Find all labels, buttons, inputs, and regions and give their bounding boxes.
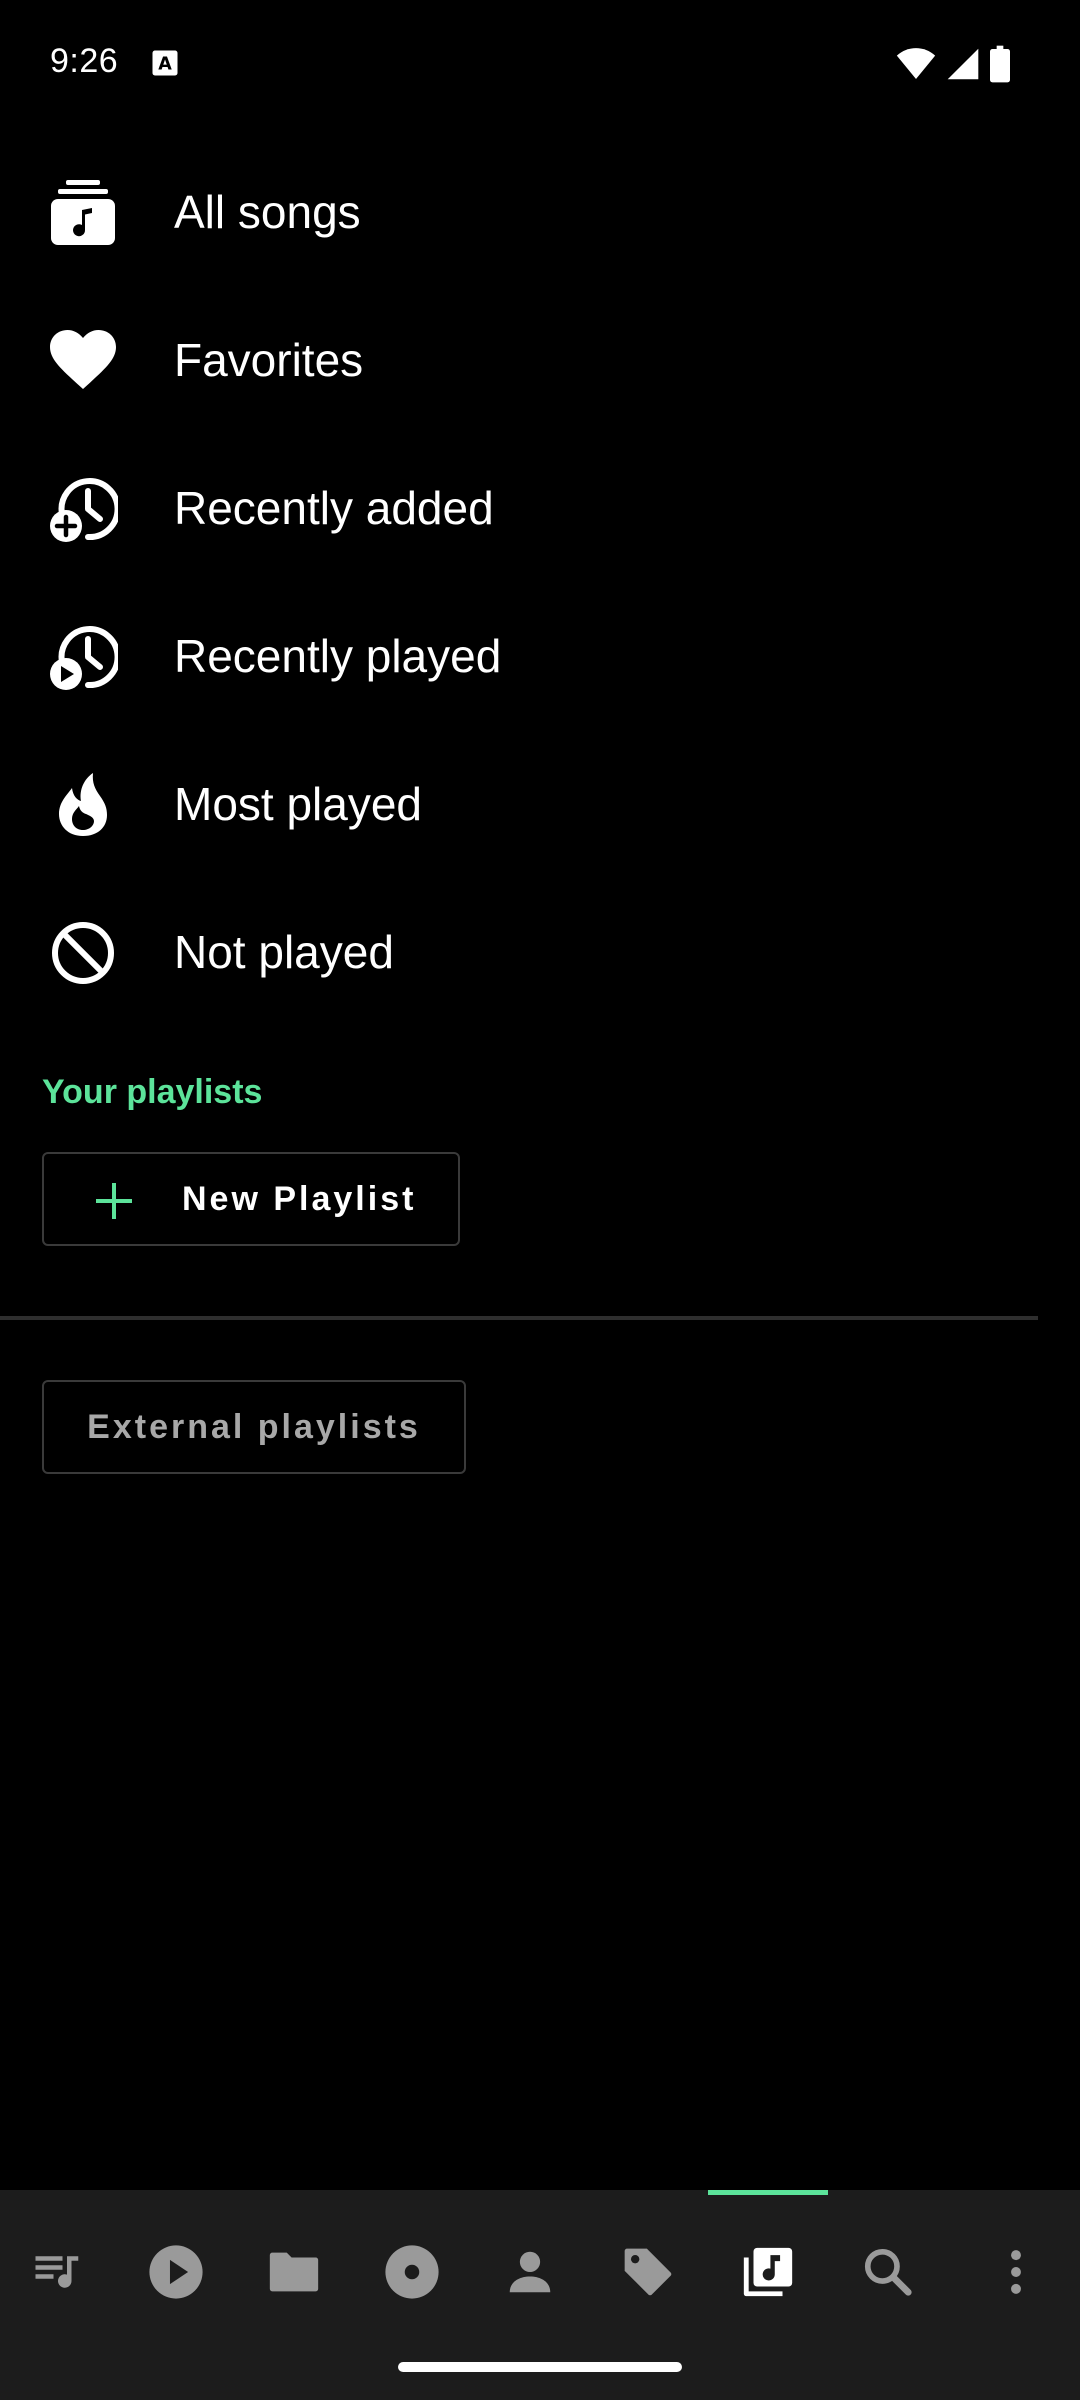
menu-item-label: Not played [174, 926, 394, 978]
home-indicator[interactable] [398, 2362, 682, 2372]
menu-item-label: Recently played [174, 630, 502, 682]
nav-now-playing[interactable] [136, 2232, 216, 2312]
more-icon [1011, 2250, 1021, 2294]
menu-item-not-played[interactable]: Not played [0, 878, 1080, 1026]
search-icon [864, 2248, 912, 2296]
menu-item-label: All songs [174, 186, 361, 238]
flame-icon [59, 773, 107, 836]
block-icon [52, 922, 114, 984]
menu-item-all-songs[interactable]: All songs [0, 138, 1080, 286]
notification-a-icon: A [152, 50, 178, 76]
tag-icon [624, 2248, 672, 2296]
nav-genres[interactable] [608, 2232, 688, 2312]
plus-icon [96, 1183, 132, 1219]
status-bar: 9:26 A [0, 0, 1080, 128]
menu-item-recently-added[interactable]: Recently added [0, 434, 1080, 582]
menu-item-label: Recently added [174, 482, 494, 534]
divider [0, 1316, 1038, 1320]
new-playlist-button[interactable]: New Playlist [42, 1152, 460, 1246]
all-songs-icon [51, 180, 115, 245]
playlist-icon [743, 2247, 793, 2297]
new-playlist-label: New Playlist [182, 1180, 417, 1218]
section-title-your-playlists: Your playlists [42, 1073, 263, 1111]
nav-folders[interactable] [254, 2232, 334, 2312]
artist-icon [509, 2251, 551, 2293]
external-playlists-label: External playlists [87, 1408, 421, 1446]
heart-icon [50, 330, 116, 389]
selected-tab-indicator [708, 2190, 828, 2195]
wifi-icon [896, 48, 936, 79]
folder-icon [269, 2252, 319, 2292]
smart-playlists-list: All songs Favorites Recently added Recen… [0, 138, 1080, 1026]
menu-item-label: Most played [174, 778, 423, 830]
nav-playlists[interactable] [728, 2232, 808, 2312]
menu-item-label: Favorites [174, 334, 364, 386]
svg-text:A: A [158, 54, 172, 74]
menu-item-favorites[interactable]: Favorites [0, 286, 1080, 434]
nav-artists[interactable] [490, 2232, 570, 2312]
album-icon [385, 2245, 439, 2299]
nav-queue[interactable] [18, 2232, 98, 2312]
menu-item-recently-played[interactable]: Recently played [0, 582, 1080, 730]
nav-more[interactable] [976, 2232, 1056, 2312]
play-icon [149, 2245, 203, 2299]
queue-icon [35, 2256, 79, 2288]
recently-played-icon [50, 626, 118, 690]
status-time: 9:26 [50, 42, 119, 80]
signal-icon [947, 48, 979, 80]
status-icons [896, 44, 1010, 84]
nav-albums[interactable] [372, 2232, 452, 2312]
external-playlists-button[interactable]: External playlists [42, 1380, 466, 1474]
recently-added-icon [50, 478, 118, 542]
battery-icon [990, 45, 1010, 83]
nav-search[interactable] [848, 2232, 928, 2312]
menu-item-most-played[interactable]: Most played [0, 730, 1080, 878]
